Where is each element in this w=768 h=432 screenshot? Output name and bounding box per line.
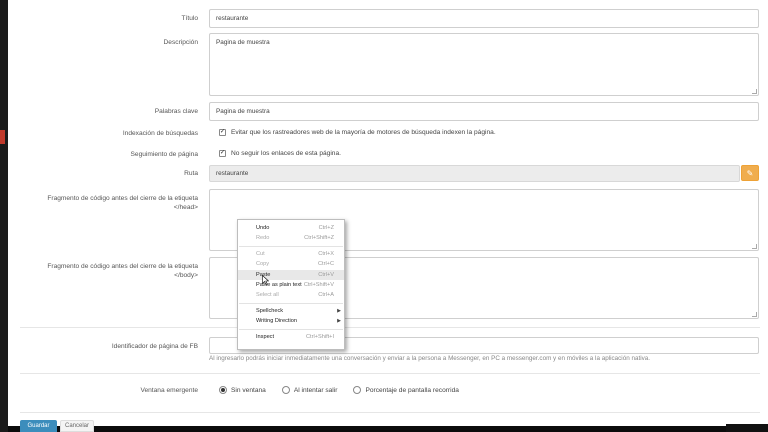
- menu-item-inspect[interactable]: Inspect Ctrl+Shift+I: [238, 332, 344, 342]
- indexacion-option[interactable]: ✓ Evitar que los rastreadores web de la …: [219, 129, 496, 136]
- menu-item-paste-plain[interactable]: Paste as plain text Ctrl+Shift+V: [238, 280, 344, 290]
- radio-label: Al intentar salir: [293, 386, 338, 394]
- fb-label: Identificador de página de FB: [111, 343, 198, 350]
- menu-separator: [239, 245, 343, 247]
- radio-porcentaje[interactable]: Porcentaje de pantalla recorrida: [353, 386, 459, 394]
- ventana-label: Ventana emergente: [140, 387, 198, 394]
- checkmark-icon: ✓: [219, 129, 226, 135]
- menu-item-label: Select all: [256, 292, 279, 299]
- radio-empty-icon: [353, 386, 362, 394]
- submenu-arrow-icon: ▶: [337, 307, 341, 314]
- titulo-label: Título: [181, 15, 199, 22]
- ruta-label: Ruta: [184, 170, 198, 177]
- checkmark-icon: ✓: [219, 150, 226, 156]
- menu-item-select-all[interactable]: Select all Ctrl+A: [238, 290, 344, 300]
- resize-grip-icon[interactable]: [752, 89, 757, 94]
- fragmento-head-label: Fragmento de código antes del cierre de …: [47, 194, 198, 212]
- descripcion-textarea[interactable]: Pagina de muestra: [209, 33, 759, 96]
- menu-item-shortcut: Ctrl+X: [318, 250, 334, 257]
- menu-separator: [239, 328, 343, 330]
- radio-sin-ventana[interactable]: Sin ventana: [219, 386, 266, 394]
- descripcion-label: Descripción: [163, 39, 198, 46]
- menu-item-shortcut: Ctrl+C: [317, 261, 334, 268]
- menu-item-shortcut: Ctrl+A: [318, 292, 334, 299]
- menu-item-redo[interactable]: Redo Ctrl+Shift+Z: [238, 233, 344, 243]
- titulo-input[interactable]: restaurante: [209, 9, 759, 28]
- radio-label: Sin ventana: [231, 386, 266, 394]
- menu-item-copy[interactable]: Copy Ctrl+C: [238, 259, 344, 269]
- mouse-pointer-icon: [262, 275, 269, 285]
- menu-item-cut[interactable]: Cut Ctrl+X: [238, 249, 344, 259]
- ruta-input[interactable]: restaurante: [209, 165, 740, 182]
- section-divider: [20, 327, 760, 328]
- menu-item-label: Redo: [256, 235, 270, 242]
- save-button[interactable]: Guardar: [20, 420, 57, 432]
- fragmento-head-label-line2: </head>: [173, 204, 198, 211]
- menu-item-writing-direction[interactable]: Writing Direction ▶: [238, 316, 344, 326]
- palabras-clave-label: Palabras clave: [154, 108, 198, 115]
- indexacion-label: Indexación de búsquedas: [122, 130, 198, 137]
- indexacion-checkbox[interactable]: ✓: [219, 129, 226, 136]
- menu-item-paste[interactable]: Paste Ctrl+V: [238, 269, 344, 280]
- menu-item-undo[interactable]: Undo Ctrl+Z: [238, 223, 344, 233]
- submenu-arrow-icon: ▶: [337, 318, 341, 325]
- fragmento-head-label-line1: Fragmento de código antes del cierre de …: [47, 195, 198, 202]
- window-bottom-corner: [726, 424, 768, 432]
- context-menu: Undo Ctrl+Z Redo Ctrl+Shift+Z Cut Ctrl+X Co…: [237, 219, 345, 350]
- cancel-button[interactable]: Cancelar: [60, 420, 94, 432]
- descripcion-value: Pagina de muestra: [216, 39, 270, 46]
- menu-item-label: Spellcheck: [256, 307, 284, 314]
- menu-item-label: Inspect: [256, 333, 275, 340]
- menu-item-label: Writing Direction: [256, 318, 297, 325]
- indexacion-text: Evitar que los rastreadores web de la ma…: [231, 129, 496, 136]
- edit-icon: ✎: [746, 168, 754, 178]
- ventana-radio-group: Sin ventana Al intentar salir Porcentaje…: [219, 386, 459, 394]
- section-divider: [20, 373, 760, 374]
- menu-item-shortcut: Ctrl+Z: [318, 225, 334, 231]
- menu-item-shortcut: Ctrl+V: [318, 271, 334, 278]
- fb-hint: Al ingresarlo podrás iniciar inmediatame…: [209, 355, 651, 362]
- resize-grip-icon[interactable]: [752, 312, 757, 317]
- menu-item-shortcut: Ctrl+Shift+Z: [304, 235, 334, 242]
- palabras-clave-input[interactable]: Pagina de muestra: [209, 102, 759, 121]
- section-divider: [20, 412, 760, 413]
- menu-item-label: Undo: [256, 225, 270, 231]
- menu-item-spellcheck[interactable]: Spellcheck ▶: [238, 306, 344, 316]
- radio-al-intentar-salir[interactable]: Al intentar salir: [281, 386, 338, 394]
- radio-label: Porcentaje de pantalla recorrida: [365, 386, 459, 394]
- seguimiento-text: No seguir los enlaces de esta página.: [231, 150, 341, 157]
- seguimiento-option[interactable]: ✓ No seguir los enlaces de esta página.: [219, 150, 341, 157]
- fragmento-body-label: Fragmento de código antes del cierre de …: [47, 262, 198, 280]
- menu-separator: [239, 302, 343, 304]
- radio-selected-icon: [219, 386, 227, 394]
- menu-item-label: Cut: [256, 250, 265, 257]
- radio-empty-icon: [281, 386, 290, 394]
- menu-item-label: Copy: [256, 261, 270, 268]
- seguimiento-label: Seguimiento de página: [130, 151, 198, 158]
- seguimiento-checkbox[interactable]: ✓: [219, 150, 226, 157]
- menu-item-shortcut: Ctrl+Shift+V: [303, 281, 334, 288]
- left-edge-marker: [0, 130, 5, 144]
- fragmento-body-label-line1: Fragmento de código antes del cierre de …: [47, 263, 198, 270]
- edit-ruta-button[interactable]: ✎: [741, 165, 759, 181]
- window-left-edge: [0, 0, 8, 432]
- fragmento-body-label-line2: </body>: [174, 272, 198, 279]
- menu-item-shortcut: Ctrl+Shift+I: [306, 333, 334, 340]
- resize-grip-icon[interactable]: [752, 244, 757, 249]
